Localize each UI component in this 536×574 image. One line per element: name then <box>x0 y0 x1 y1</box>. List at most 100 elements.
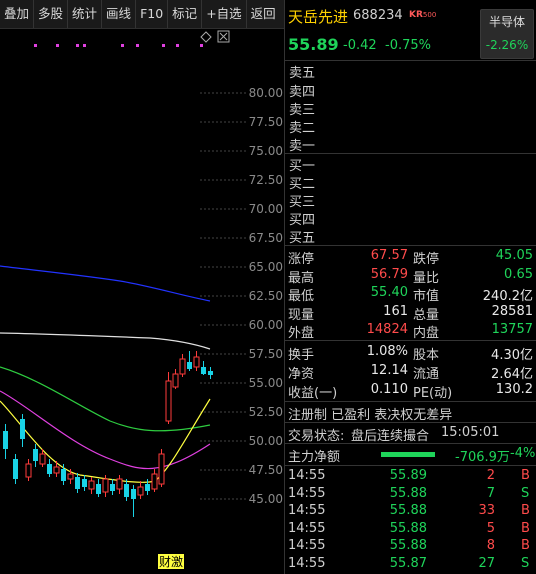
candle-body <box>172 373 179 388</box>
ma-white-line <box>0 332 211 350</box>
quote-panel: 天岳先进 688234 KR500 半导体 -2.26% 55.89 -0.42… <box>285 0 536 574</box>
multi-stock-button[interactable]: 多股 <box>34 0 69 28</box>
ma-blue-line <box>0 265 211 302</box>
candle-body <box>193 356 200 368</box>
main-flow-pct: -4% <box>510 446 536 461</box>
tick-side: B <box>521 538 530 553</box>
stat-label: 净资 <box>288 367 315 382</box>
tick-side: B <box>521 503 530 518</box>
sector-card[interactable]: 半导体 -2.26% <box>480 9 534 59</box>
candle-body <box>145 484 150 491</box>
close-icon[interactable] <box>217 30 230 43</box>
candle-body <box>47 464 52 474</box>
divider <box>285 245 536 246</box>
candle-body <box>20 419 25 439</box>
stat-label: 股本 <box>413 348 440 363</box>
tick-time: 14:55 <box>288 485 326 501</box>
tick-side: B <box>521 520 530 536</box>
stat-value: 1.08% <box>366 344 408 359</box>
tick-side: S <box>521 555 530 571</box>
y-tick-label: 60.00 <box>249 318 283 332</box>
tick-price: 55.87 <box>389 555 427 571</box>
tick-price: 55.88 <box>389 485 427 501</box>
tick-row: 14:55 55.89 2 B <box>285 468 536 486</box>
stat-label: 内盘 <box>413 326 440 341</box>
y-tick-label: 47.50 <box>249 463 283 477</box>
candle-body <box>13 459 18 479</box>
divider <box>285 443 536 444</box>
stat-value: 55.40 <box>370 285 408 300</box>
tick-volume: 2 <box>486 468 495 483</box>
back-button[interactable]: 返回 <box>247 0 280 28</box>
candle-body <box>33 449 38 461</box>
divider <box>285 422 536 423</box>
stat-label: 跌停 <box>413 252 440 267</box>
tick-time: 14:55 <box>288 538 326 553</box>
price-change: -0.42 <box>343 38 377 53</box>
tick-price: 55.88 <box>389 538 427 553</box>
sell-5-label: 卖五 <box>289 66 316 81</box>
diamond-icon[interactable] <box>200 31 212 43</box>
sector-name: 半导体 <box>488 15 525 29</box>
tick-row: 14:55 55.88 7 S <box>285 486 536 504</box>
surge-badge[interactable]: 激 <box>171 555 183 569</box>
kline-chart[interactable]: 80.00 77.50 75.00 72.50 70.00 67.50 65.00 62.50… <box>0 29 285 574</box>
listing-info: 注册制 已盈利 表决权无差异 <box>288 408 453 423</box>
tick-volume: 5 <box>486 520 495 536</box>
event-markers <box>34 44 203 47</box>
stat-label: 换手 <box>288 348 315 363</box>
stat-label: 外盘 <box>288 326 315 341</box>
stat-label: 市值 <box>413 289 440 304</box>
tick-row: 14:55 55.88 5 B <box>285 521 536 539</box>
candle-body <box>116 478 123 490</box>
divider <box>285 465 536 466</box>
stat-value: 12.14 <box>370 363 408 378</box>
draw-line-button[interactable]: 画线 <box>102 0 137 28</box>
candle-body <box>208 371 213 375</box>
y-tick-label: 75.00 <box>249 144 283 158</box>
statistics-button[interactable]: 统计 <box>68 0 103 28</box>
y-tick-label: 55.00 <box>249 376 283 390</box>
f10-button[interactable]: F10 <box>136 0 169 28</box>
stat-value: 0.110 <box>370 382 408 397</box>
overlay-button[interactable]: 叠加 <box>0 0 35 28</box>
candle-body <box>25 463 32 478</box>
y-tick-label: 72.50 <box>249 173 283 187</box>
report-badge[interactable]: 财 <box>159 555 171 569</box>
stat-value: 14824 <box>366 322 408 337</box>
divider <box>285 153 536 154</box>
kr-tag: KR500 <box>409 10 436 20</box>
tick-time: 14:55 <box>288 520 326 536</box>
candle-body <box>201 367 206 374</box>
divider <box>285 340 536 341</box>
y-tick-label: 62.50 <box>249 289 283 303</box>
trade-time: 15:05:01 <box>441 425 500 440</box>
stat-value: 4.30亿 <box>491 348 533 363</box>
y-tick-label: 45.00 <box>249 492 283 506</box>
chart-toolbar: 叠加 多股 统计 画线 F10 标记 +自选 返回 <box>0 0 284 29</box>
tick-volume: 33 <box>478 503 495 518</box>
kr-tag-sub: 500 <box>422 11 437 19</box>
tick-row: 14:55 55.88 8 B <box>285 538 536 556</box>
mark-button[interactable]: 标记 <box>168 0 203 28</box>
stat-value: 28581 <box>491 303 533 319</box>
candle-body <box>151 473 158 490</box>
add-watchlist-button[interactable]: +自选 <box>202 0 247 28</box>
tick-row: 14:55 55.88 33 B <box>285 503 536 521</box>
tick-side: B <box>521 468 530 483</box>
divider <box>285 401 536 402</box>
candle-body <box>53 466 60 474</box>
tick-price: 55.88 <box>389 503 427 518</box>
candle-body <box>158 453 165 485</box>
y-tick-label: 67.50 <box>249 231 283 245</box>
candle-body <box>88 480 95 490</box>
buy-2-label: 买二 <box>289 177 316 192</box>
stat-value: 67.57 <box>370 248 408 263</box>
y-tick-label: 57.50 <box>249 347 283 361</box>
candle-body <box>124 484 129 497</box>
candle-body <box>75 477 80 489</box>
sell-3-label: 卖三 <box>289 103 316 118</box>
y-tick-label: 50.00 <box>249 434 283 448</box>
y-tick-label: 52.50 <box>249 405 283 419</box>
stat-value: 45.05 <box>495 248 533 263</box>
